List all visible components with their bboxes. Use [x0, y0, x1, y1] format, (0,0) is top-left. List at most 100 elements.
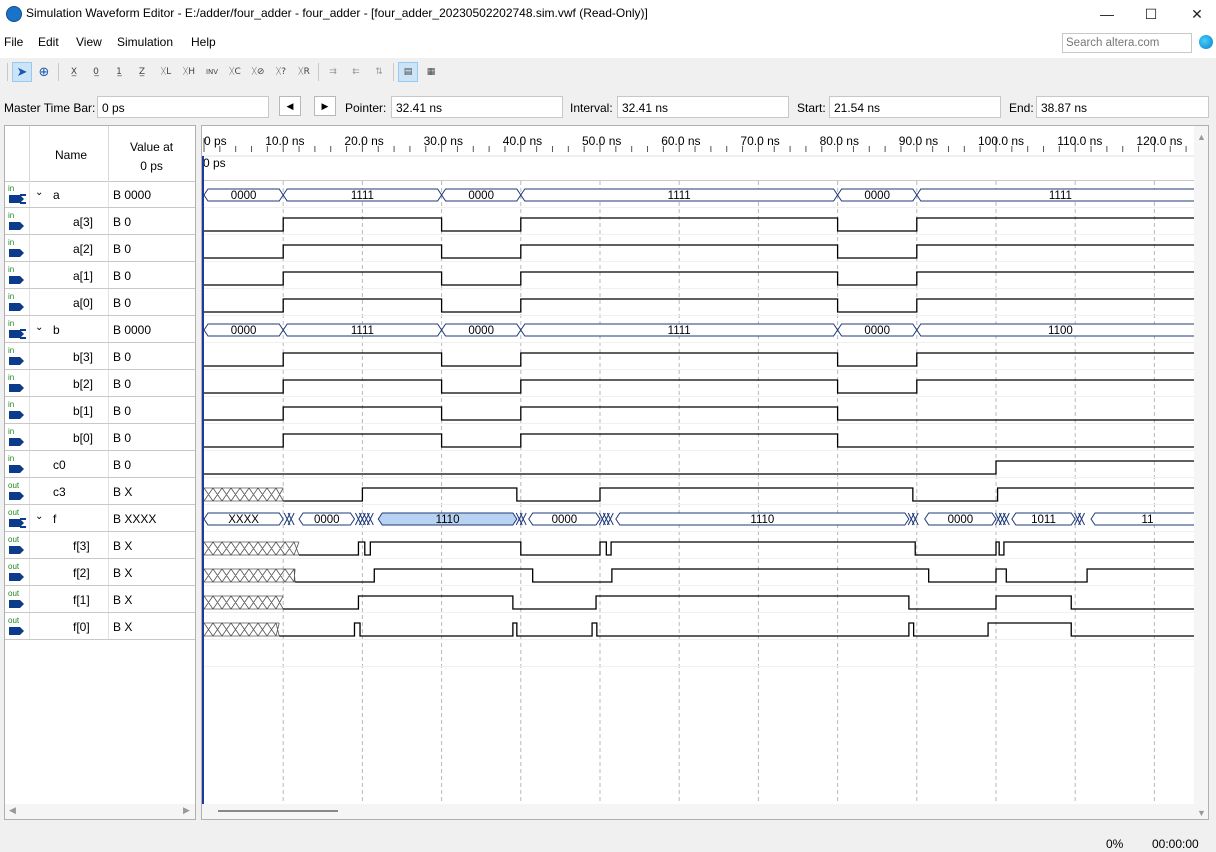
random-value-icon[interactable]: ᚷ? [271, 62, 291, 82]
ruler-label: 30.0 ns [424, 134, 463, 148]
waveform-canvas[interactable]: 0 ps 10.0 ns 20.0 ns 30.0 ns 40.0 ns 50.0 ns 6… [202, 126, 1208, 819]
bus-value-label: 1110 [436, 514, 460, 526]
signal-wave [204, 352, 1194, 367]
next-transition-button[interactable]: ▶ [314, 96, 336, 116]
signal-row[interactable]: in ⌄ b B 0000 [5, 316, 195, 343]
signal-row[interactable]: in b[1] B 0 [5, 397, 195, 424]
menu-file[interactable]: File [4, 35, 23, 49]
bus-value-label: 1100 [1048, 325, 1073, 337]
expand-chevron-icon[interactable]: ⌄ [35, 511, 43, 522]
expand-chevron-icon[interactable]: ⌄ [35, 322, 43, 333]
signal-name: a [53, 188, 60, 202]
svg-text:out: out [8, 562, 20, 571]
signal-wave [204, 379, 1194, 394]
search-input[interactable]: Search altera.com [1062, 33, 1192, 53]
master-time-bar-field[interactable]: 0 ps [97, 96, 269, 118]
waveform-panel[interactable]: 0 ps 10.0 ns 20.0 ns 30.0 ns 40.0 ns 50.0 ns 6… [201, 125, 1209, 820]
app-icon [6, 6, 22, 22]
input-pin-icon: in [8, 265, 24, 284]
signal-row[interactable]: in b[3] B 0 [5, 343, 195, 370]
value-header-line1: Value at [130, 140, 174, 154]
signal-name: f[1] [73, 593, 90, 607]
invert-icon[interactable]: INV [202, 62, 222, 82]
signal-wave [204, 406, 1194, 421]
svg-text:in: in [8, 265, 14, 274]
selection-pointer-icon[interactable]: ➤ [12, 62, 32, 82]
signal-name: a[2] [73, 242, 94, 256]
signal-value: B 0 [113, 431, 132, 445]
forcing-low-icon[interactable]: 0̲ [86, 62, 106, 82]
unknown-region [203, 622, 280, 637]
bus-value-label: 0000 [468, 190, 494, 202]
output-pin-icon: out [8, 589, 24, 608]
signal-row[interactable]: in b[0] B 0 [5, 424, 195, 451]
signal-row[interactable]: out c3 B X [5, 478, 195, 505]
signal-row[interactable]: out f[2] B X [5, 559, 195, 586]
unknown-region [203, 541, 300, 556]
svg-text:out: out [8, 481, 20, 490]
previous-transition-button[interactable]: ◀ [279, 96, 301, 116]
forcing-high-icon[interactable]: 1̲ [109, 62, 129, 82]
snap-to-grid-icon[interactable]: ▤ [398, 62, 418, 82]
close-button[interactable]: ✕ [1174, 0, 1216, 28]
signal-name: b[2] [73, 377, 94, 391]
signal-name: f[0] [73, 620, 90, 634]
maximize-button[interactable]: ☐ [1128, 0, 1174, 28]
bus-value-label: 1111 [1049, 190, 1072, 202]
bus-glitch [606, 512, 614, 526]
sort-icon[interactable]: ⇅ [369, 62, 389, 82]
signal-row[interactable]: in a[0] B 0 [5, 289, 195, 316]
zoom-icon[interactable]: ⊕ [34, 62, 54, 82]
signal-row[interactable]: in b[2] B 0 [5, 370, 195, 397]
weak-low-icon[interactable]: ᚷL [156, 62, 176, 82]
signal-value: B X [113, 485, 133, 499]
ruler-label: 0 ps [204, 134, 227, 148]
input-pin-icon: in [8, 427, 24, 446]
minimize-button[interactable]: — [1084, 0, 1130, 28]
menu-edit[interactable]: Edit [38, 35, 59, 49]
signal-row[interactable]: out f[0] B X [5, 613, 195, 640]
input-pin-icon: in [8, 373, 24, 392]
ungroup-icon[interactable]: ⇇ [346, 62, 366, 82]
signal-row[interactable]: out f[1] B X [5, 586, 195, 613]
svg-text:in: in [8, 292, 14, 301]
overwrite-icon[interactable]: ᚷR [294, 62, 314, 82]
forcing-unknown-icon[interactable]: X̲ [64, 62, 84, 82]
group-icon[interactable]: ⇉ [323, 62, 343, 82]
globe-icon[interactable] [1199, 35, 1213, 49]
name-column-header[interactable]: Name [55, 148, 87, 162]
menu-view[interactable]: View [76, 35, 102, 49]
value-column-header[interactable]: Value at 0 ps [130, 138, 173, 176]
scroll-up-icon: ▲ [1197, 132, 1206, 142]
bus-value-label: 0000 [468, 325, 494, 337]
signal-row[interactable]: out ⌄ f B XXXX [5, 505, 195, 532]
left-horizontal-scrollbar[interactable]: ◀ ▶ [5, 804, 195, 819]
svg-text:out: out [8, 508, 20, 517]
bus-value-label: 1111 [668, 325, 691, 337]
bus-value-label: 0000 [948, 514, 974, 526]
toolbar-grip [7, 63, 8, 81]
bus-display-icon[interactable]: ▦ [421, 62, 441, 82]
menu-help[interactable]: Help [191, 35, 216, 49]
svg-text:in: in [8, 238, 14, 247]
signal-row[interactable]: in a[1] B 0 [5, 262, 195, 289]
expand-chevron-icon[interactable]: ⌄ [35, 187, 43, 198]
count-value-icon[interactable]: ᚷC [225, 62, 245, 82]
ruler-label: 90.0 ns [899, 134, 938, 148]
toolbar-separator [318, 63, 319, 81]
high-impedance-icon[interactable]: Z̲ [132, 62, 152, 82]
signal-row[interactable]: in ⌄ a B 0000 [5, 181, 195, 208]
signal-row[interactable]: out f[3] B X [5, 532, 195, 559]
signal-name: b[0] [73, 431, 94, 445]
signal-row[interactable]: in a[2] B 0 [5, 235, 195, 262]
signal-row[interactable]: in a[3] B 0 [5, 208, 195, 235]
menu-simulation[interactable]: Simulation [117, 35, 173, 49]
bus-value-label: 0000 [552, 514, 578, 526]
signal-row[interactable]: in c0 B 0 [5, 451, 195, 478]
svg-text:out: out [8, 589, 20, 598]
weak-high-icon[interactable]: ᚷH [179, 62, 199, 82]
clock-icon[interactable]: ᚷ⊘ [248, 62, 268, 82]
input-pin-icon: in [8, 454, 24, 473]
signal-name: b [53, 323, 60, 337]
window-title: Simulation Waveform Editor - E:/adder/fo… [26, 6, 648, 20]
